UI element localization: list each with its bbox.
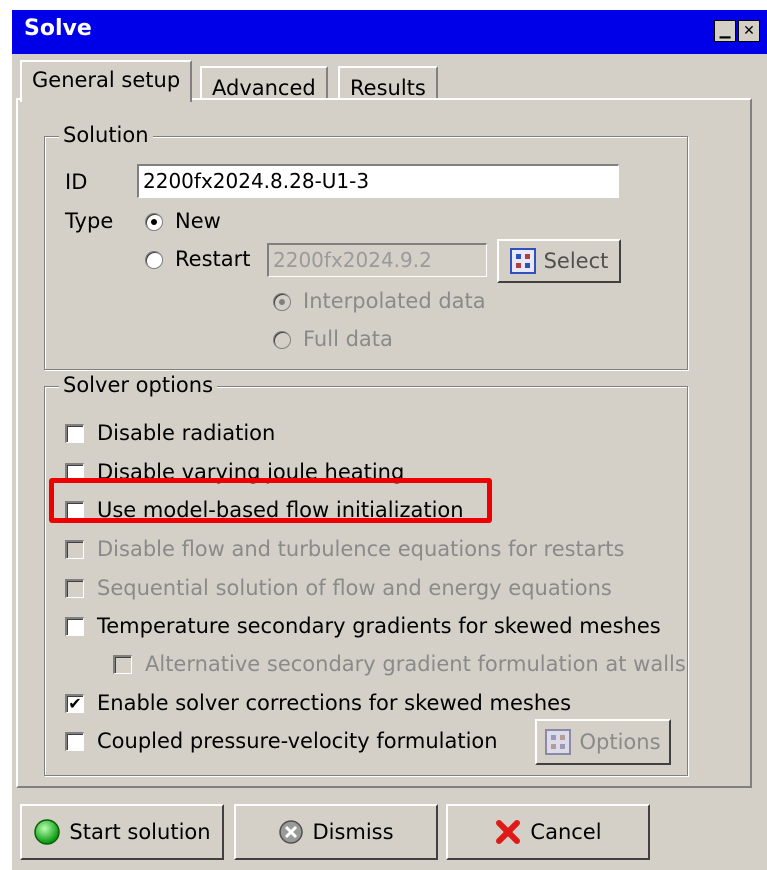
title-bar[interactable]: Solve ▁ ✕ [12,10,767,54]
tab-results[interactable]: Results [338,66,438,100]
options-label: Options [579,730,661,754]
start-solution-button[interactable]: Start solution [20,804,224,860]
sequential-solution-checkbox[interactable] [65,579,84,598]
dismiss-icon [279,820,304,844]
new-radio[interactable] [145,213,163,231]
coupled-pressure-velocity-checkbox[interactable] [65,732,84,751]
solver-options-group: Solver options Disable radiation Disable… [44,373,688,776]
dismiss-label: Dismiss [312,820,394,844]
highlight-box [49,478,492,523]
id-label: ID [65,170,88,194]
green-go-icon [34,819,61,845]
solve-dialog: Solve ▁ ✕ General setup Advanced Results… [10,8,767,870]
cancel-label: Cancel [530,820,602,844]
solver-options-label: Solver options [59,373,218,397]
id-input[interactable]: 2200fx2024.8.28-U1-3 [137,164,619,198]
checkmark-icon: ✔ [68,694,82,713]
cancel-button[interactable]: Cancel [446,804,650,860]
dismiss-button[interactable]: Dismiss [234,804,438,860]
solution-group-label: Solution [59,123,153,147]
select-button[interactable]: Select [497,239,621,283]
minimize-icon: ▁ [719,23,731,39]
grid-select-icon [509,248,536,274]
solver-corrections-checkbox[interactable]: ✔ [65,694,84,713]
red-x-icon [496,820,521,844]
close-icon: ✕ [743,23,755,39]
disable-flow-turbulence-checkbox[interactable] [65,540,84,559]
sequential-solution-label: Sequential solution of flow and energy e… [97,576,612,600]
coupled-pressure-velocity-label: Coupled pressure-velocity formulation [97,729,498,753]
disable-radiation-label: Disable radiation [97,421,276,445]
start-solution-label: Start solution [69,820,211,844]
solver-corrections-label: Enable solver corrections for skewed mes… [97,691,572,715]
restart-label: Restart [175,247,251,271]
full-data-label: Full data [303,327,393,351]
restart-radio[interactable] [145,251,163,269]
new-label: New [175,209,221,233]
solution-group: Solution ID 2200fx2024.8.28-U1-3 Type Ne… [44,123,688,370]
grid-options-icon [545,729,572,755]
disable-radiation-checkbox[interactable] [65,424,84,443]
restart-input[interactable]: 2200fx2024.9.2 [267,243,487,277]
tab-general-setup[interactable]: General setup [20,60,193,102]
options-button[interactable]: Options [535,719,671,765]
general-setup-panel: Solution ID 2200fx2024.8.28-U1-3 Type Ne… [16,98,752,788]
alternative-gradient-checkbox[interactable] [113,655,132,674]
window-title: Solve [24,16,92,41]
close-button[interactable]: ✕ [738,20,760,42]
disable-flow-turbulence-label: Disable flow and turbulence equations fo… [97,537,625,561]
full-data-radio[interactable] [273,331,291,349]
interpolated-label: Interpolated data [303,289,486,313]
alternative-gradient-label: Alternative secondary gradient formulati… [145,652,686,676]
tab-advanced[interactable]: Advanced [200,66,328,100]
type-label: Type [65,209,114,233]
interpolated-radio[interactable] [273,293,291,311]
temperature-gradients-label: Temperature secondary gradients for skew… [97,614,661,638]
minimize-button[interactable]: ▁ [714,20,736,42]
select-label: Select [543,249,609,273]
temperature-gradients-checkbox[interactable] [65,617,84,636]
